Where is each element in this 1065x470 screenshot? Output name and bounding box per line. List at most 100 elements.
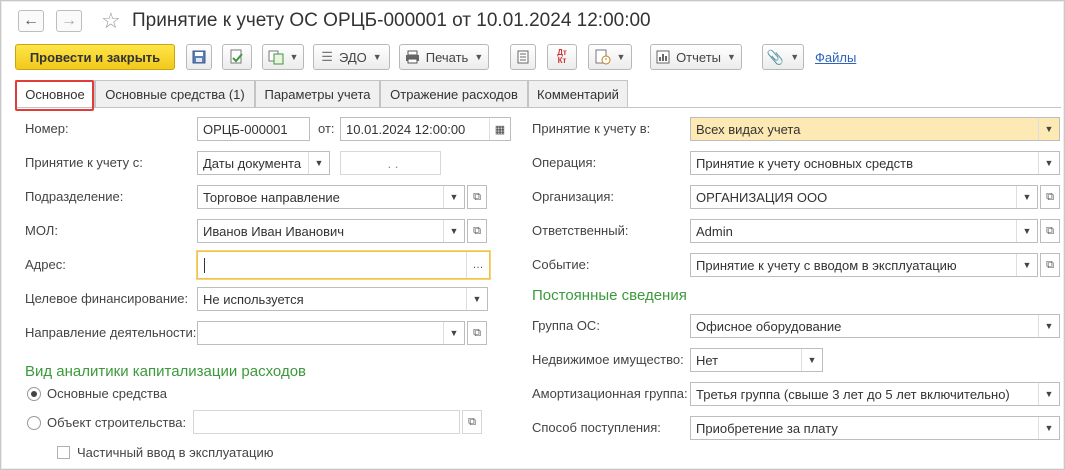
radio-construction-label: Объект строительства: <box>47 415 187 430</box>
chevron-down-icon[interactable]: ▼ <box>1016 186 1037 208</box>
partial-label: Частичный ввод в эксплуатацию <box>77 445 274 460</box>
ellipsis-icon[interactable]: … <box>466 252 489 278</box>
accept-from-value: Даты документа <box>203 155 302 171</box>
save-button[interactable] <box>186 44 212 70</box>
edo-icon: ☰ <box>321 49 333 64</box>
chevron-down-icon[interactable]: ▼ <box>1038 417 1059 439</box>
radio-construction[interactable] <box>27 416 41 430</box>
chevron-down-icon[interactable]: ▼ <box>443 322 464 344</box>
chevron-down-icon[interactable]: ▼ <box>443 220 464 242</box>
chevron-down-icon[interactable]: ▼ <box>1016 254 1037 276</box>
method-value: Приобретение за плату <box>696 420 838 436</box>
tab-fixed-assets[interactable]: Основные средства (1) <box>95 80 255 107</box>
reports-label: Отчеты <box>676 49 721 65</box>
chevron-down-icon[interactable]: ▼ <box>466 288 487 310</box>
amortization-value: Третья группа (свыше 3 лет до 5 лет вклю… <box>696 386 1010 402</box>
realty-label: Недвижимое имущество: <box>532 352 684 367</box>
print-label: Печать <box>425 49 469 65</box>
responsible-select[interactable]: Admin ▼ <box>690 219 1038 243</box>
reports-button[interactable]: Отчеты ▼ <box>650 44 742 70</box>
direction-select[interactable]: ▼ <box>197 321 465 345</box>
post-and-close-button[interactable]: Провести и закрыть <box>15 44 175 70</box>
open-organization-button[interactable]: ⧉ <box>1040 185 1060 209</box>
open-direction-button[interactable]: ⧉ <box>467 321 487 345</box>
arrow-right-icon: → <box>61 12 77 29</box>
files-link[interactable]: Файлы <box>815 50 856 65</box>
open-form-icon: ⧉ <box>473 326 481 339</box>
division-select[interactable]: Торговое направление ▼ <box>197 185 465 209</box>
accept-in-select[interactable]: Всех видах учета ▼ <box>690 117 1060 141</box>
responsible-label: Ответственный: <box>532 223 629 238</box>
radio-fixed-assets[interactable] <box>27 387 41 401</box>
tab-label: Комментарий <box>537 86 619 102</box>
chevron-down-icon[interactable]: ▼ <box>1038 315 1059 337</box>
mol-select[interactable]: Иванов Иван Иванович ▼ <box>197 219 465 243</box>
open-responsible-button[interactable]: ⧉ <box>1040 219 1060 243</box>
tab-label: Отражение расходов <box>390 86 518 102</box>
division-label: Подразделение: <box>25 189 124 204</box>
open-mol-button[interactable]: ⧉ <box>467 219 487 243</box>
radio-fixed-assets-label: Основные средства <box>47 386 167 401</box>
open-division-button[interactable]: ⧉ <box>467 185 487 209</box>
address-input[interactable]: … <box>197 251 490 279</box>
tab-label: Параметры учета <box>264 86 371 102</box>
text-cursor <box>204 257 205 273</box>
chevron-down-icon: ▼ <box>372 52 382 62</box>
highlight-box <box>15 80 94 111</box>
forward-button[interactable]: → <box>56 10 82 32</box>
partial-checkbox[interactable] <box>57 446 70 459</box>
date-input[interactable]: 10.01.2024 12:00:00 ▦ <box>340 117 511 141</box>
tab-expense-reflection[interactable]: Отражение расходов <box>380 80 528 107</box>
chevron-down-icon[interactable]: ▼ <box>443 186 464 208</box>
accept-from-date-input[interactable]: . . <box>340 151 441 175</box>
attachments-button[interactable]: 📎 ▼ <box>762 44 804 70</box>
back-button[interactable]: ← <box>18 10 44 32</box>
attach-document-button[interactable]: ▼ <box>588 44 632 70</box>
mol-value: Иванов Иван Иванович <box>203 223 345 239</box>
chevron-down-icon[interactable]: ▼ <box>308 152 329 174</box>
paperclip-icon: 📎 <box>766 48 785 65</box>
open-construction-button[interactable]: ⧉ <box>462 410 482 434</box>
chevron-down-icon[interactable]: ▼ <box>801 349 822 371</box>
tab-accounting-params[interactable]: Параметры учета <box>255 80 380 107</box>
calendar-icon[interactable]: ▦ <box>489 118 510 140</box>
chevron-down-icon[interactable]: ▼ <box>1038 118 1059 140</box>
event-select[interactable]: Принятие к учету с вводом в эксплуатацию… <box>690 253 1038 277</box>
realty-select[interactable]: Нет ▼ <box>690 348 823 372</box>
group-select[interactable]: Офисное оборудование ▼ <box>690 314 1060 338</box>
accept-from-select[interactable]: Даты документа ▼ <box>197 151 330 175</box>
post-and-close-label: Провести и закрыть <box>29 49 161 65</box>
chevron-down-icon[interactable]: ▼ <box>1016 220 1037 242</box>
tab-comment[interactable]: Комментарий <box>528 80 628 107</box>
structure-button[interactable] <box>510 44 536 70</box>
open-event-button[interactable]: ⧉ <box>1040 253 1060 277</box>
method-label: Способ поступления: <box>532 420 661 435</box>
dt-kt-button[interactable]: Дт Кт <box>547 44 577 70</box>
chevron-down-icon[interactable]: ▼ <box>1038 152 1059 174</box>
organization-select[interactable]: ОРГАНИЗАЦИЯ ООО ▼ <box>690 185 1038 209</box>
chevron-down-icon[interactable]: ▼ <box>1038 383 1059 405</box>
favorite-star-icon[interactable]: ☆ <box>101 8 121 34</box>
chevron-down-icon: ▼ <box>289 52 299 62</box>
print-button[interactable]: Печать ▼ <box>399 44 489 70</box>
amortization-select[interactable]: Третья группа (свыше 3 лет до 5 лет вклю… <box>690 382 1060 406</box>
number-input[interactable]: ОРЦБ-000001 <box>197 117 310 141</box>
open-form-icon: ⧉ <box>473 224 481 237</box>
printer-icon <box>405 50 419 64</box>
create-based-on-button[interactable]: ▼ <box>262 44 304 70</box>
list-document-icon <box>517 50 529 64</box>
edo-button[interactable]: ☰ ЭДО ▼ <box>313 44 390 70</box>
tabs-divider <box>15 107 1061 108</box>
open-form-icon: ⧉ <box>1046 224 1054 237</box>
method-select[interactable]: Приобретение за плату ▼ <box>690 416 1060 440</box>
direction-label: Направление деятельности: <box>25 325 197 340</box>
document-clock-icon <box>595 49 611 65</box>
post-document-icon <box>230 49 243 64</box>
number-value: ОРЦБ-000001 <box>203 121 288 137</box>
operation-select[interactable]: Принятие к учету основных средств ▼ <box>690 151 1060 175</box>
construction-input[interactable] <box>193 410 460 434</box>
financing-select[interactable]: Не используется ▼ <box>197 287 488 311</box>
group-label: Группа ОС: <box>532 318 600 333</box>
post-button[interactable] <box>222 44 252 70</box>
organization-value: ОРГАНИЗАЦИЯ ООО <box>696 189 828 205</box>
